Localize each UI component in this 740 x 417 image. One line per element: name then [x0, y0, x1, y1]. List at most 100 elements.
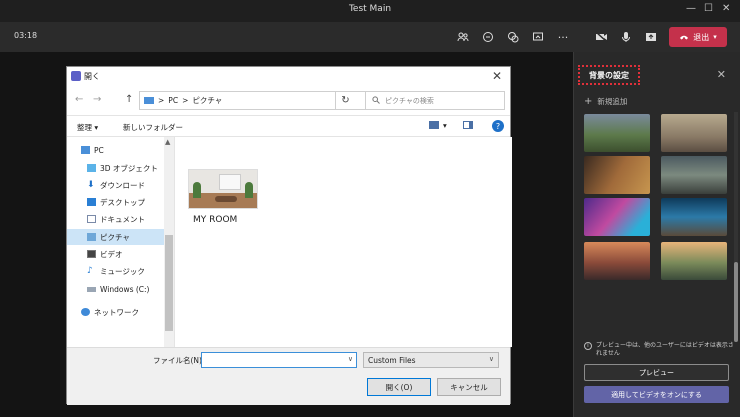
address-crumb-pc[interactable]: PC: [168, 96, 178, 105]
plus-icon: +: [584, 96, 593, 107]
background-thumbnail[interactable]: [661, 242, 727, 280]
chevron-down-icon[interactable]: ▾: [713, 33, 717, 41]
window-titlebar: Test Main — ☐ ✕: [0, 0, 740, 22]
search-input[interactable]: ピクチャの検索: [365, 91, 505, 110]
preview-pane-icon[interactable]: [463, 121, 473, 129]
add-new-button[interactable]: + 新規追加: [584, 96, 627, 107]
forward-button[interactable]: →: [93, 94, 101, 105]
file-type-value: Custom Files: [368, 355, 416, 365]
address-crumb-pictures[interactable]: ピクチャ: [192, 95, 222, 106]
plant-graphic: [193, 182, 201, 198]
background-thumbnail[interactable]: [584, 198, 650, 236]
preview-note-text: プレビュー中は、他のユーザーにはビデオは表示されません: [596, 342, 734, 357]
nav-item-videos[interactable]: ビデオ: [87, 247, 123, 261]
scroll-up-icon[interactable]: ▲: [165, 138, 170, 146]
video-icon: [87, 250, 96, 258]
view-options-icon[interactable]: [429, 121, 439, 129]
file-type-select[interactable]: Custom Files ∨: [363, 352, 499, 368]
window-graphic: [219, 174, 241, 190]
chevron-down-icon[interactable]: ∨: [348, 355, 353, 363]
more-icon[interactable]: ···: [555, 29, 571, 45]
minimize-button[interactable]: —: [686, 3, 696, 14]
cancel-button[interactable]: キャンセル: [437, 378, 501, 396]
nav-item-label: ミュージック: [100, 266, 145, 276]
background-thumbnail[interactable]: [584, 156, 650, 194]
organize-button[interactable]: 整理 ▾: [77, 122, 98, 133]
nav-item-desktop[interactable]: デスクトップ: [87, 195, 145, 209]
dialog-navbar: ← → ↑ > PC > ピクチャ ∨ ↻ ピクチャの検索: [67, 87, 510, 115]
command-bar: 整理 ▾ 新しいフォルダー ▾ ?: [67, 115, 510, 137]
background-thumbnail[interactable]: [661, 156, 727, 194]
nav-scrollbar-thumb[interactable]: [165, 235, 173, 331]
help-icon[interactable]: ?: [492, 120, 504, 132]
panel-scrollbar-thumb[interactable]: [734, 262, 738, 342]
plant-graphic: [245, 182, 253, 198]
nav-item-pc[interactable]: PC: [81, 143, 104, 157]
nav-item-label: ドキュメント: [100, 214, 145, 224]
nav-item-label: ネットワーク: [94, 307, 139, 317]
nav-item-3d-objects[interactable]: 3D オブジェクト: [87, 161, 158, 175]
dialog-title: 開く: [84, 72, 100, 81]
pc-icon: [144, 97, 154, 104]
teams-logo-icon: [71, 71, 81, 81]
meeting-timer: 03:18: [14, 31, 38, 40]
maximize-button[interactable]: ☐: [704, 3, 713, 14]
preview-button[interactable]: プレビュー: [584, 364, 729, 381]
add-new-label: 新規追加: [597, 97, 628, 106]
nav-item-label: デスクトップ: [100, 197, 145, 207]
nav-item-windows-c[interactable]: Windows (C:): [87, 282, 149, 296]
file-name-label[interactable]: MY ROOM: [193, 215, 237, 225]
info-icon: i: [584, 342, 592, 350]
chevron-down-icon[interactable]: ∨: [489, 355, 494, 363]
file-thumbnail[interactable]: [188, 169, 258, 209]
people-icon[interactable]: [455, 29, 471, 45]
background-thumbnail[interactable]: [661, 198, 727, 236]
camera-icon[interactable]: [593, 29, 609, 45]
panel-close-button[interactable]: ✕: [717, 68, 726, 81]
phone-hangup-icon: [679, 33, 689, 42]
share-tray-icon[interactable]: [643, 29, 659, 45]
up-button[interactable]: ↑: [125, 94, 133, 105]
back-button[interactable]: ←: [75, 94, 83, 105]
background-thumbnail[interactable]: [584, 114, 650, 152]
apply-and-turn-on-video-button[interactable]: 適用してビデオをオンにする: [584, 386, 729, 403]
background-thumbnail[interactable]: [584, 242, 650, 280]
reactions-icon[interactable]: [505, 29, 521, 45]
dialog-footer: ファイル名(N): ∨ Custom Files ∨ 開く(O) キャンセル: [67, 347, 510, 405]
background-settings-panel: 背景の設定 ✕ + 新規追加 i プレビュー中は、他のユーザーにはビデオは表示さ…: [573, 52, 740, 417]
dialog-titlebar: 開く ✕: [67, 67, 510, 87]
address-bar[interactable]: > PC > ピクチャ ∨: [139, 91, 395, 110]
refresh-button[interactable]: ↻: [335, 91, 355, 110]
nav-item-label: ビデオ: [100, 249, 123, 259]
leave-button[interactable]: 退出 ▾: [669, 27, 727, 47]
document-icon: [87, 215, 96, 223]
dialog-close-button[interactable]: ✕: [492, 69, 502, 83]
nav-item-downloads[interactable]: ⬇ ダウンロード: [87, 178, 145, 192]
search-placeholder: ピクチャの検索: [385, 96, 434, 105]
new-folder-button[interactable]: 新しいフォルダー: [123, 122, 183, 133]
share-icon[interactable]: [530, 29, 546, 45]
nav-item-network[interactable]: ネットワーク: [81, 305, 139, 319]
chat-icon[interactable]: [480, 29, 496, 45]
nav-item-pictures[interactable]: ピクチャ: [87, 230, 130, 244]
nav-item-music[interactable]: ♪ ミュージック: [87, 264, 145, 278]
nav-scrollbar[interactable]: ▲: [164, 137, 174, 347]
file-list: MY ROOM: [174, 137, 512, 347]
view-dropdown-icon[interactable]: ▾: [443, 121, 447, 130]
filename-label: ファイル名(N):: [153, 356, 205, 365]
pc-icon: [81, 146, 90, 154]
nav-item-documents[interactable]: ドキュメント: [87, 212, 145, 226]
background-thumbnail[interactable]: [661, 114, 727, 152]
preview-note: i プレビュー中は、他のユーザーにはビデオは表示されません: [584, 342, 734, 358]
table-graphic: [215, 196, 237, 202]
nav-item-label: ピクチャ: [100, 232, 130, 242]
open-button[interactable]: 開く(O): [367, 378, 431, 396]
panel-scrollbar[interactable]: [734, 112, 738, 342]
nav-item-label: Windows (C:): [100, 284, 150, 294]
3d-objects-icon: [87, 164, 96, 172]
search-icon: [372, 95, 380, 106]
mic-icon[interactable]: [618, 29, 634, 45]
filename-input[interactable]: ∨: [201, 352, 357, 368]
nav-item-label: PC: [94, 145, 104, 155]
close-window-button[interactable]: ✕: [722, 3, 730, 14]
